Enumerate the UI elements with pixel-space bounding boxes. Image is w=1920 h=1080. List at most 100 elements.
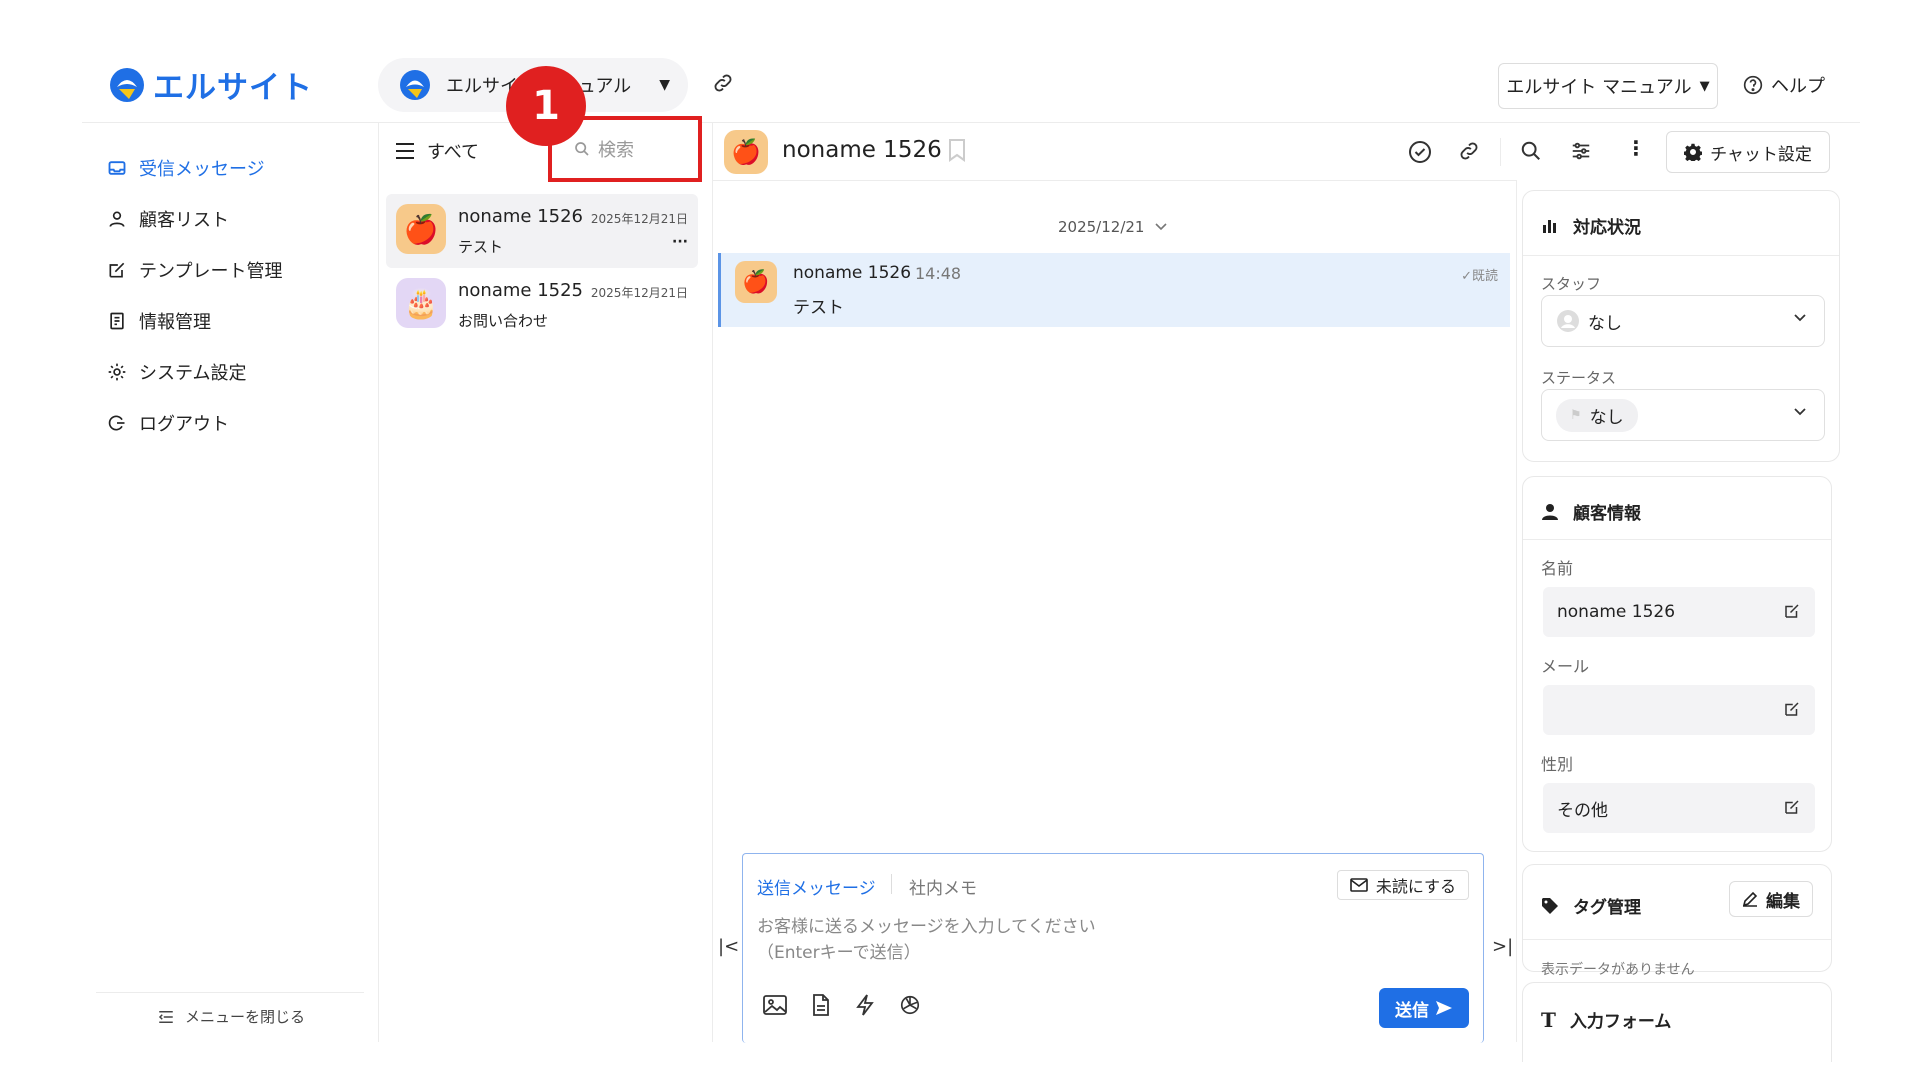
- card-divider: [1523, 939, 1831, 940]
- edit-icon[interactable]: [1783, 700, 1801, 718]
- message-input-placeholder-hint: （Enterキーで送信）: [757, 943, 921, 963]
- conversation-item[interactable]: 🍎 noname 1526 2025年12月21日 テスト ···: [386, 194, 698, 268]
- info-icon: [107, 311, 127, 331]
- conversation-item[interactable]: 🎂 noname 1525 2025年12月21日 お問い合わせ: [386, 268, 698, 342]
- message-sender: noname 1526: [793, 263, 912, 283]
- name-field[interactable]: noname 1526: [1543, 587, 1815, 637]
- message-item[interactable]: 🍎 noname 1526 14:48 ✓既読 テスト: [718, 253, 1510, 327]
- status-label: ステータス: [1541, 369, 1617, 387]
- question-circle-icon: [1743, 75, 1763, 95]
- sidebar-item-label: テンプレート管理: [139, 261, 283, 282]
- check-circle-icon[interactable]: [1408, 140, 1432, 164]
- apple-avatar-icon: 🍎: [396, 204, 446, 254]
- composer-toolbar: [763, 994, 921, 1016]
- manual-dropdown[interactable]: エルサイト マニュアル ▼: [1498, 63, 1718, 109]
- card-divider: [1523, 255, 1839, 256]
- chat-settings-button[interactable]: チャット設定: [1666, 131, 1830, 173]
- header-icon-divider: [1500, 138, 1501, 166]
- collapse-left-icon[interactable]: |<: [718, 936, 739, 957]
- staff-value: なし: [1588, 313, 1622, 334]
- sidebar-item-inbox[interactable]: 受信メッセージ: [107, 153, 367, 183]
- tab-divider: [891, 874, 892, 894]
- image-icon[interactable]: [763, 994, 787, 1016]
- edit-icon: [107, 260, 127, 280]
- message-composer: 送信メッセージ 社内メモ 未読にする お客様に送るメッセージを入力してください …: [742, 853, 1484, 1043]
- search-icon[interactable]: [1520, 140, 1542, 162]
- tab-internal-memo[interactable]: 社内メモ: [909, 874, 977, 899]
- account-avatar-icon: [398, 68, 432, 102]
- filter-label: すべて: [427, 142, 480, 163]
- status-select[interactable]: ⚑ なし: [1541, 389, 1825, 441]
- staff-label: スタッフ: [1541, 275, 1602, 293]
- conversation-date: 2025年12月21日: [590, 212, 688, 226]
- pencil-icon: [1742, 891, 1758, 907]
- user-avatar-icon: [1556, 309, 1580, 333]
- message-input[interactable]: お客様に送るメッセージを入力してください （Enterキーで送信）: [757, 914, 1317, 966]
- logout-icon: [107, 413, 127, 433]
- list-divider: [712, 122, 713, 1042]
- read-status-label: 既読: [1471, 269, 1498, 284]
- chevron-down-icon: [1154, 222, 1168, 232]
- collapse-right-icon[interactable]: >|: [1492, 936, 1513, 957]
- sidebar-item-system-settings[interactable]: システム設定: [107, 357, 367, 387]
- sidebar-item-customers[interactable]: 顧客リスト: [107, 204, 367, 234]
- help-label: ヘルプ: [1771, 76, 1825, 97]
- apple-avatar-icon: 🍎: [724, 130, 768, 174]
- chat-title: noname 1526: [782, 137, 942, 163]
- search-placeholder: 検索: [598, 140, 634, 161]
- chevron-down-icon: [1792, 312, 1808, 324]
- link-icon[interactable]: [1458, 140, 1480, 162]
- gender-field[interactable]: その他: [1543, 783, 1815, 833]
- user-icon: [107, 209, 127, 229]
- gender-value: その他: [1557, 800, 1608, 821]
- mail-icon: [1350, 878, 1368, 892]
- name-value: noname 1526: [1557, 602, 1676, 622]
- sidebar-item-templates[interactable]: テンプレート管理: [107, 255, 367, 285]
- help-link[interactable]: ヘルプ: [1743, 72, 1825, 98]
- staff-select[interactable]: なし: [1541, 295, 1825, 347]
- email-field[interactable]: [1543, 685, 1815, 735]
- sidebar-item-label: 情報管理: [139, 312, 211, 333]
- user-icon: [1541, 503, 1559, 521]
- tag-card: タグ管理 編集 表示データがありません: [1522, 864, 1832, 978]
- sidebar-item-logout[interactable]: ログアウト: [107, 408, 367, 438]
- message-input-placeholder: お客様に送るメッセージを入力してください: [757, 917, 1096, 937]
- gender-label: 性別: [1541, 755, 1574, 774]
- sidebar-item-label: 受信メッセージ: [139, 159, 265, 180]
- link-icon[interactable]: [712, 72, 734, 94]
- bookmark-icon[interactable]: [948, 138, 966, 162]
- filter-dropdown[interactable]: すべて: [395, 138, 479, 164]
- inbox-icon: [107, 158, 127, 178]
- kebab-menu-icon[interactable]: ⋮: [1626, 136, 1646, 160]
- ai-assistant-icon[interactable]: [899, 994, 921, 1016]
- tag-icon: [1541, 897, 1559, 915]
- conversation-preview: お問い合わせ: [458, 312, 549, 330]
- check-icon: ✓: [1461, 269, 1472, 284]
- tag-card-title: タグ管理: [1573, 898, 1641, 918]
- lightning-icon[interactable]: [855, 994, 875, 1016]
- send-button[interactable]: 送信: [1379, 988, 1469, 1028]
- manual-dropdown-label: エルサイト マニュアル: [1506, 77, 1692, 98]
- edit-tags-button[interactable]: 編集: [1729, 881, 1813, 917]
- tab-send-message[interactable]: 送信メッセージ: [757, 874, 876, 899]
- close-menu-button[interactable]: メニューを閉じる: [157, 1006, 305, 1027]
- brand-logo[interactable]: エルサイト: [107, 62, 313, 107]
- brand-mark-icon: [107, 65, 147, 105]
- mark-unread-label: 未読にする: [1375, 877, 1456, 896]
- sidebar-item-info[interactable]: 情報管理: [107, 306, 367, 336]
- filter-sliders-icon[interactable]: [1570, 140, 1592, 162]
- flag-icon: ⚑: [1570, 407, 1582, 423]
- more-icon[interactable]: ···: [672, 234, 688, 250]
- edit-icon[interactable]: [1783, 798, 1801, 816]
- caret-down-icon: ▼: [1699, 78, 1710, 94]
- header-divider: [82, 122, 1860, 123]
- document-icon[interactable]: [811, 994, 831, 1016]
- edit-icon[interactable]: [1783, 602, 1801, 620]
- mark-unread-button[interactable]: 未読にする: [1336, 870, 1469, 900]
- status-card-title: 対応状況: [1573, 218, 1641, 238]
- sidebar-item-label: システム設定: [139, 363, 247, 384]
- close-menu-label: メニューを閉じる: [185, 1008, 306, 1026]
- date-separator[interactable]: 2025/12/21: [1058, 218, 1168, 236]
- caret-down-icon: ▼: [659, 77, 670, 93]
- sidebar-footer-divider: [96, 992, 364, 993]
